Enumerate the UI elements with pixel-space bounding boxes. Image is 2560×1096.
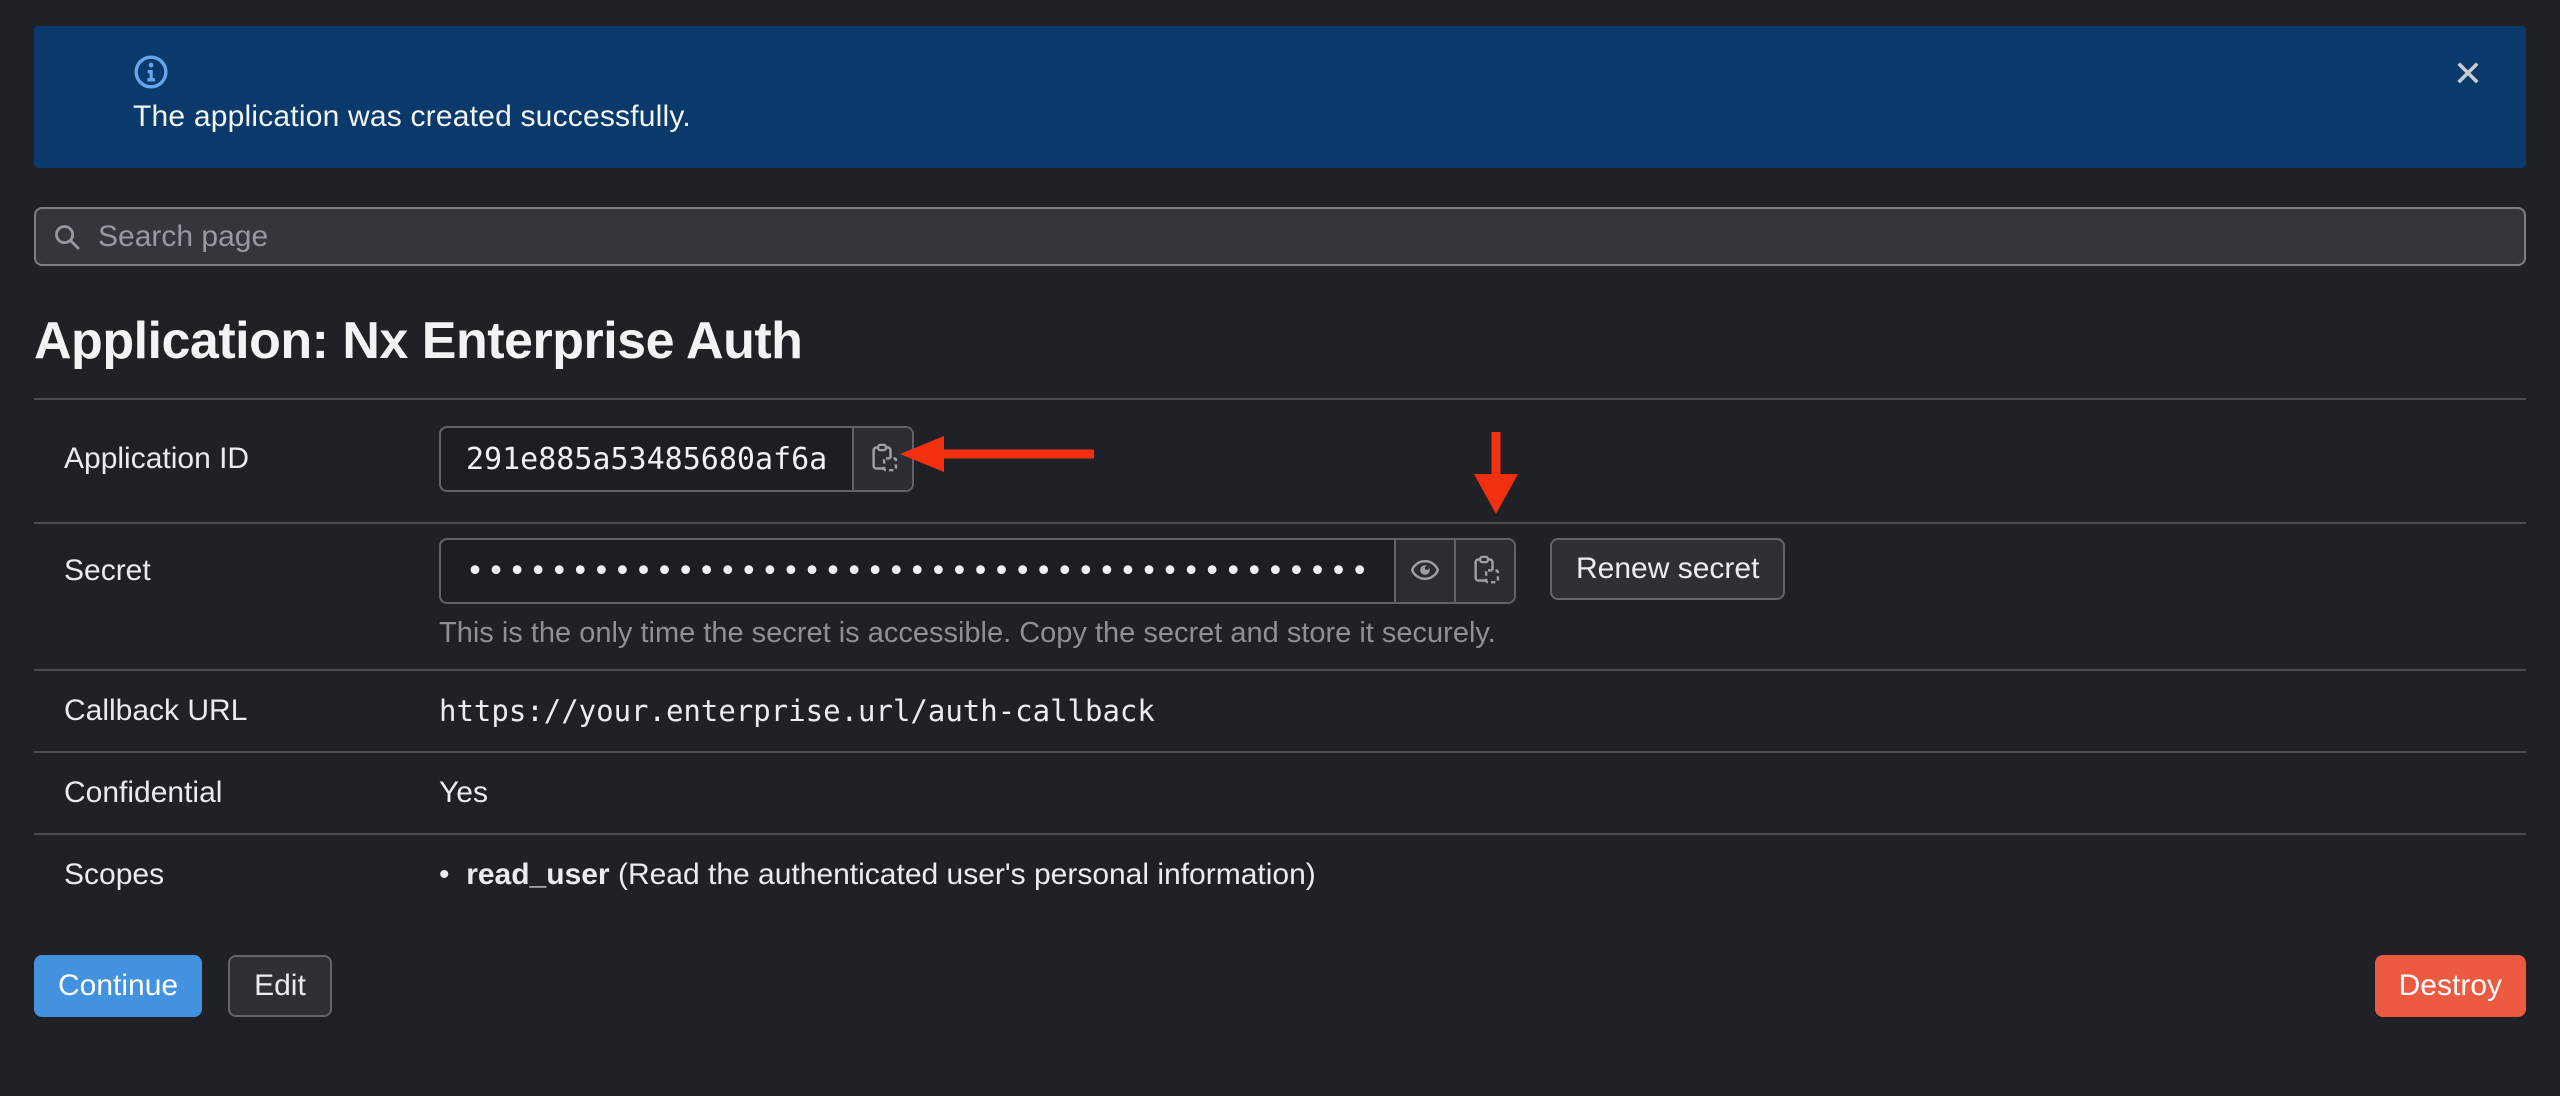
scope-name: read_user bbox=[466, 858, 609, 891]
secret-label: Secret bbox=[64, 538, 439, 604]
copy-to-clipboard-icon bbox=[1470, 555, 1500, 588]
edit-button[interactable]: Edit bbox=[228, 955, 332, 1017]
confidential-label: Confidential bbox=[64, 776, 439, 810]
scopes-label: Scopes bbox=[64, 858, 439, 892]
page-search-bar[interactable] bbox=[34, 207, 2526, 266]
eye-icon bbox=[1410, 555, 1440, 588]
application-id-label: Application ID bbox=[64, 426, 439, 492]
scope-description: (Read the authenticated user's personal … bbox=[618, 858, 1316, 891]
scopes-value: • read_user (Read the authenticated user… bbox=[439, 858, 1316, 892]
row-secret: Secret •••••••••••••••••••••••••••••••••… bbox=[34, 522, 2526, 669]
copy-secret-button[interactable] bbox=[1454, 540, 1514, 602]
close-icon: ✕ bbox=[2453, 53, 2483, 94]
callback-url-value: https://your.enterprise.url/auth-callbac… bbox=[439, 694, 1155, 728]
secret-masked-value: ••••••••••••••••••••••••••••••••••••••••… bbox=[441, 540, 1394, 602]
footer-actions: Continue Edit Destroy bbox=[34, 955, 2526, 1017]
application-id-field: 291e885a53485680af6a bbox=[439, 426, 914, 492]
continue-button[interactable]: Continue bbox=[34, 955, 202, 1017]
success-banner: The application was created successfully… bbox=[34, 26, 2526, 168]
secret-field: ••••••••••••••••••••••••••••••••••••••••… bbox=[439, 538, 1516, 604]
search-input[interactable] bbox=[96, 219, 2508, 255]
copy-to-clipboard-icon bbox=[868, 443, 898, 476]
row-confidential: Confidential Yes bbox=[34, 751, 2526, 833]
callback-url-label: Callback URL bbox=[64, 694, 439, 728]
row-scopes: Scopes • read_user (Read the authenticat… bbox=[34, 833, 2526, 915]
secret-helper-text: This is the only time the secret is acce… bbox=[439, 616, 1785, 650]
renew-secret-button[interactable]: Renew secret bbox=[1550, 538, 1785, 600]
page-title: Application: Nx Enterprise Auth bbox=[34, 311, 2526, 371]
confidential-value: Yes bbox=[439, 776, 488, 810]
row-application-id: Application ID 291e885a53485680af6a bbox=[34, 398, 2526, 522]
application-id-value: 291e885a53485680af6a bbox=[441, 428, 852, 490]
copy-application-id-button[interactable] bbox=[852, 428, 912, 490]
application-page: The application was created successfully… bbox=[0, 0, 2560, 1017]
application-details-table: Application ID 291e885a53485680af6a bbox=[34, 398, 2526, 915]
banner-close-button[interactable]: ✕ bbox=[2446, 52, 2490, 96]
info-circle-icon bbox=[133, 54, 169, 90]
reveal-secret-button[interactable] bbox=[1394, 540, 1454, 602]
destroy-button[interactable]: Destroy bbox=[2375, 955, 2526, 1017]
row-callback-url: Callback URL https://your.enterprise.url… bbox=[34, 669, 2526, 751]
search-icon bbox=[52, 222, 82, 252]
scope-bullet: • bbox=[439, 858, 450, 891]
banner-message: The application was created successfully… bbox=[133, 98, 2416, 136]
